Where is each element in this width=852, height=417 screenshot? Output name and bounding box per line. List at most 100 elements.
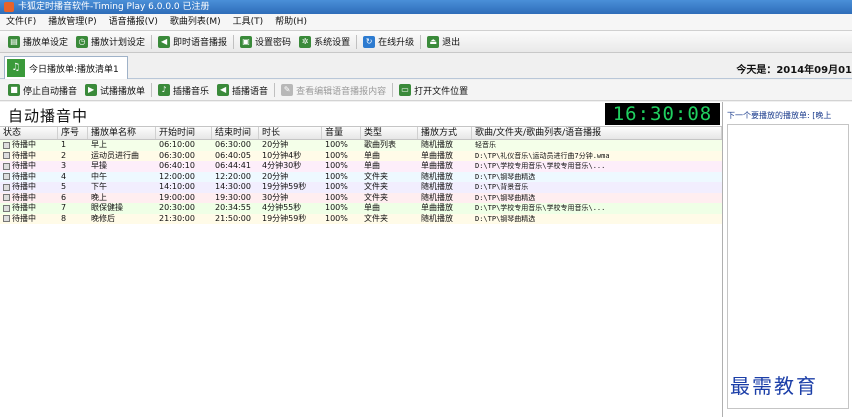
column-mode[interactable]: 播放方式 (418, 127, 472, 139)
cell-number: 5 (61, 182, 67, 191)
cell-number: 8 (61, 213, 67, 223)
cell-mode: 单曲播放 (421, 161, 453, 170)
table-row[interactable]: 待播中 1 早上 06:10:00 06:30:00 20分钟 100% 歌曲列表 随机播放 轻音… (0, 140, 722, 151)
toolbar-divider (356, 34, 358, 49)
cell-volume: 100% (325, 150, 348, 160)
cell-source: D:\TP\学校专用音乐\学校专用音乐\... (475, 162, 606, 170)
plan-settings-button[interactable]: ◷ 播放计划设定 (72, 33, 149, 51)
column-type[interactable]: 类型 (361, 127, 418, 139)
cell-volume: 100% (325, 140, 348, 149)
menu-playback[interactable]: 播放管理(P) (42, 14, 102, 31)
table-row[interactable]: 待播中 8 晚修后 21:30:00 21:50:00 19分钟59秒 100% 文件夹 随机播… (0, 213, 722, 224)
stop-icon: ■ (8, 84, 20, 96)
insert-voice-button[interactable]: ◀ 插播语音 (213, 81, 272, 99)
cell-start: 21:30:00 (159, 213, 195, 223)
status-icon (3, 173, 10, 181)
table-row[interactable]: 待播中 3 早操 06:40:10 06:44:41 4分钟30秒 100% 单曲 单曲播放 D:… (0, 161, 722, 172)
speaker-icon: ◀ (158, 35, 171, 48)
schedule-settings-label: 播放单设定 (23, 38, 69, 48)
status-icon (3, 152, 10, 160)
stop-auto-play-button[interactable]: ■ 停止自动播音 (4, 81, 81, 99)
menu-voice[interactable]: 语音播报(V) (103, 14, 164, 31)
cell-status: 待播中 (0, 203, 58, 214)
cell-duration: 19分钟59秒 (262, 182, 307, 191)
column-number[interactable]: 序号 (58, 127, 88, 139)
menu-file[interactable]: 文件(F) (0, 14, 42, 31)
status-text: 待播中 (12, 182, 36, 191)
column-duration[interactable]: 时长 (259, 127, 322, 139)
cell-number: 4 (61, 171, 67, 181)
column-name[interactable]: 播放单名称 (88, 127, 156, 139)
cell-end: 20:34:55 (215, 203, 251, 212)
status-icon (3, 204, 10, 212)
open-file-location-button[interactable]: ▭ 打开文件位置 (395, 81, 472, 99)
window-title: 卡狐定时播音软件-Timing Play 6.0.0.0 已注册 (18, 2, 210, 12)
edit-voice-content-button[interactable]: ✎ 查看编辑语音播报内容 (277, 81, 390, 99)
cell-duration: 4分钟55秒 (262, 203, 302, 212)
cell-end: 21:50:00 (215, 213, 251, 223)
cell-name: 早操 (91, 161, 107, 170)
set-password-button[interactable]: ▣ 设置密码 (236, 33, 295, 51)
cell-end: 06:44:41 (215, 161, 251, 170)
insert-voice-label: 插播语音 (232, 86, 269, 97)
cell-type: 单曲 (364, 150, 380, 160)
cell-number: 3 (61, 161, 67, 170)
cell-start: 19:00:00 (159, 192, 195, 202)
menu-tools[interactable]: 工具(T) (227, 14, 270, 31)
play-icon: ▶ (85, 84, 98, 96)
system-settings-label: 系统设置 (314, 38, 351, 48)
edit-voice-content-label: 查看编辑语音播报内容 (296, 86, 387, 97)
insert-music-label: 插播音乐 (173, 86, 210, 97)
tab-label: 今日播放单:播放清单1 (29, 64, 119, 75)
table-header: 状态 序号 播放单名称 开始时间 结束时间 时长 音量 类型 播放方式 歌曲/文… (0, 127, 722, 140)
system-settings-button[interactable]: ✲ 系统设置 (295, 33, 354, 51)
table-row[interactable]: 待播中 2 运动员进行曲 06:30:00 06:40:05 10分钟4秒 100% 单曲 单曲… (0, 150, 722, 161)
main-toolbar: ▤ 播放单设定 ◷ 播放计划设定 ◀ 即时语音播报 ▣ 设置密码 ✲ 系统设置 … (0, 31, 852, 53)
next-playlist-box[interactable] (727, 124, 849, 409)
status-icon (3, 141, 10, 149)
table-row[interactable]: 待播中 6 晚上 19:00:00 19:30:00 30分钟 100% 文件夹 随机播放 D:\… (0, 192, 722, 203)
status-text: 待播中 (12, 171, 36, 181)
cell-end: 06:30:00 (215, 140, 251, 149)
cell-status: 待播中 (0, 172, 58, 183)
toolbar-divider (274, 83, 276, 97)
table-row[interactable]: 待播中 5 下午 14:10:00 14:30:00 19分钟59秒 100% 文件夹 随机播放… (0, 182, 722, 193)
toolbar-divider (151, 83, 153, 97)
edit-icon: ✎ (281, 84, 294, 96)
column-volume[interactable]: 音量 (322, 127, 361, 139)
column-start[interactable]: 开始时间 (156, 127, 212, 139)
cell-end: 19:30:00 (215, 192, 251, 202)
status-text: 待播中 (12, 192, 36, 202)
cell-source: D:\TP\背景音乐 (475, 183, 529, 191)
tab-today-playlist[interactable]: ♫ 今日播放单:播放清单1 (4, 56, 128, 79)
table-row[interactable]: 待播中 4 中午 12:00:00 12:20:00 20分钟 100% 文件夹 随机播放 D:\… (0, 171, 722, 183)
menu-songlist[interactable]: 歌曲列表(M) (164, 14, 227, 31)
toolbar-divider (420, 34, 422, 49)
cell-mode: 单曲播放 (421, 150, 453, 160)
insert-music-button[interactable]: ♪ 插播音乐 (154, 81, 213, 99)
cell-start: 20:30:00 (159, 203, 195, 212)
exit-icon: ⏏ (427, 35, 440, 48)
table-row[interactable]: 待播中 7 眼保健操 20:30:00 20:34:55 4分钟55秒 100% 单曲 单曲播放… (0, 203, 722, 214)
trial-play-button[interactable]: ▶ 试播播放单 (81, 81, 149, 99)
online-update-button[interactable]: ↻ 在线升级 (359, 33, 418, 51)
clock-icon: ◷ (76, 35, 89, 48)
cell-name: 下午 (91, 182, 107, 191)
column-end[interactable]: 结束时间 (212, 127, 259, 139)
set-password-label: 设置密码 (255, 38, 292, 48)
menu-help[interactable]: 帮助(H) (269, 14, 313, 31)
column-source[interactable]: 歌曲/文件夹/歌曲列表/语音播报 (472, 127, 722, 139)
schedule-settings-button[interactable]: ▤ 播放单设定 (4, 33, 72, 51)
column-status[interactable]: 状态 (0, 127, 58, 139)
cell-number: 7 (61, 203, 67, 212)
cell-mode: 随机播放 (421, 140, 453, 149)
cell-end: 14:30:00 (215, 182, 251, 191)
cell-status: 待播中 (0, 182, 58, 193)
cell-status: 待播中 (0, 161, 58, 172)
instant-voice-button[interactable]: ◀ 即时语音播报 (154, 33, 231, 51)
exit-button[interactable]: ⏏ 退出 (423, 33, 464, 51)
toolbar-divider (151, 34, 153, 49)
cell-mode: 随机播放 (421, 192, 453, 202)
table-body: 待播中 1 早上 06:10:00 06:30:00 20分钟 100% 歌曲列表 随机播放 轻音… (0, 140, 722, 224)
cell-name: 运动员进行曲 (91, 150, 139, 160)
